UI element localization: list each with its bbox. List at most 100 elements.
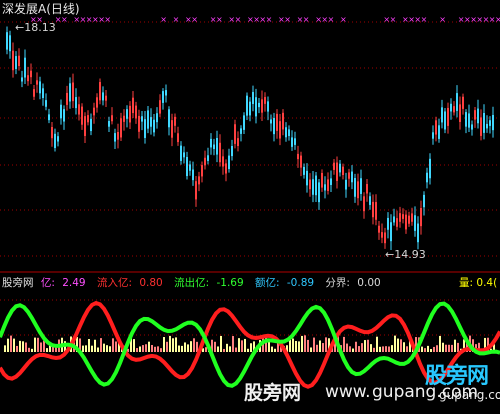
signal-marker: ×	[173, 15, 180, 24]
candle-body	[69, 83, 71, 102]
candle-body	[381, 232, 383, 238]
volume-bar	[319, 340, 321, 352]
candle-body	[111, 115, 113, 122]
candle-body	[45, 100, 47, 107]
candle-body	[138, 115, 140, 132]
candle-body	[426, 172, 428, 183]
volume-bar	[46, 348, 48, 352]
volume-bar	[190, 341, 192, 352]
candle-body	[72, 82, 74, 102]
signal-marker: ×	[235, 15, 242, 24]
candle-body	[18, 55, 20, 67]
candle-body	[285, 127, 287, 138]
candle-body	[465, 112, 467, 127]
candle-body	[84, 116, 86, 136]
candle-body	[261, 99, 263, 113]
indicator-item-outflow: 流出亿: -1.69	[174, 277, 244, 289]
candle-body	[171, 120, 173, 138]
candle-body	[54, 133, 56, 149]
candle-body	[168, 109, 170, 128]
candle-body	[303, 166, 305, 175]
candle-body	[255, 97, 257, 117]
volume-bar	[106, 345, 108, 352]
volume-bar	[19, 340, 21, 352]
volume-bar	[364, 340, 366, 352]
candle-body	[183, 152, 185, 158]
volume-bar	[28, 347, 30, 352]
volume-bar	[367, 339, 369, 352]
candle-body	[33, 89, 35, 97]
volume-bar	[304, 335, 306, 352]
candle-body	[357, 181, 359, 199]
volume-bar	[97, 347, 99, 352]
candle-body	[282, 112, 284, 130]
volume-bar	[433, 346, 435, 352]
candle-body	[468, 113, 470, 128]
candle-body	[390, 222, 392, 242]
signal-marker: ×	[390, 15, 397, 24]
chart-title: 深发展A(日线)	[2, 2, 80, 16]
candle-body	[378, 225, 380, 233]
candle-body	[144, 119, 146, 138]
candle-body	[234, 124, 236, 144]
volume-bar	[139, 346, 141, 352]
candle-body	[384, 232, 386, 244]
signal-marker: ×	[216, 15, 223, 24]
signal-marker: ×	[284, 15, 291, 24]
candle-body	[456, 93, 458, 111]
candle-body	[21, 77, 23, 82]
signal-marker: ×	[104, 15, 111, 24]
signal-marker: ×	[266, 15, 273, 24]
volume-bar	[352, 348, 354, 352]
candle-body	[276, 113, 278, 131]
candlestick-series	[6, 26, 494, 251]
signal-markers: × × × × × × × × × × × × × × × × × × × × × × × × × × × × × × × × × × × × × × × ×…	[30, 15, 500, 24]
candle-body	[423, 194, 425, 208]
candle-body	[246, 95, 248, 116]
signal-marker: ×	[495, 15, 500, 24]
candle-body	[396, 218, 398, 227]
signal-marker: ×	[191, 15, 198, 24]
candle-body	[387, 217, 389, 230]
volume-bar	[370, 344, 372, 352]
candle-body	[195, 181, 197, 200]
candle-body	[147, 110, 149, 129]
candle-body	[222, 156, 224, 167]
arrow-left-icon: ←	[15, 21, 25, 34]
indicator-item-inflow: 流入亿: 0.80	[96, 277, 163, 289]
volume-bar	[388, 346, 390, 352]
candle-body	[435, 120, 437, 135]
volume-bar	[247, 348, 249, 352]
volume-bar	[325, 337, 327, 352]
candle-body	[267, 101, 269, 112]
candle-body	[114, 133, 116, 142]
candle-body	[243, 115, 245, 130]
candle-body	[375, 202, 377, 220]
volume-bar	[100, 338, 102, 352]
volume-bar	[298, 341, 300, 352]
candle-body	[60, 104, 62, 119]
signal-marker: ×	[160, 15, 167, 24]
volume-bar	[52, 346, 54, 352]
candle-body	[366, 184, 368, 194]
volume-bar	[397, 338, 399, 352]
indicator-name: 股旁网	[2, 277, 34, 289]
volume-bar	[169, 335, 171, 352]
volume-bar	[424, 348, 426, 352]
volume-bar	[88, 339, 90, 352]
candle-body	[333, 162, 335, 170]
volume-bar	[205, 347, 207, 352]
candle-body	[438, 125, 440, 139]
candle-body	[486, 123, 488, 129]
volume-bar	[241, 340, 243, 352]
high-price-label: ←18.13	[15, 21, 56, 34]
volume-bar	[373, 347, 375, 352]
volume-bar	[178, 345, 180, 352]
candle-body	[252, 92, 254, 104]
volume-bar	[172, 338, 174, 352]
volume-bar	[25, 342, 27, 352]
volume-bar	[250, 343, 252, 352]
low-price-value: 14.93	[394, 248, 426, 261]
candle-body	[249, 101, 251, 116]
candle-body	[441, 107, 443, 123]
